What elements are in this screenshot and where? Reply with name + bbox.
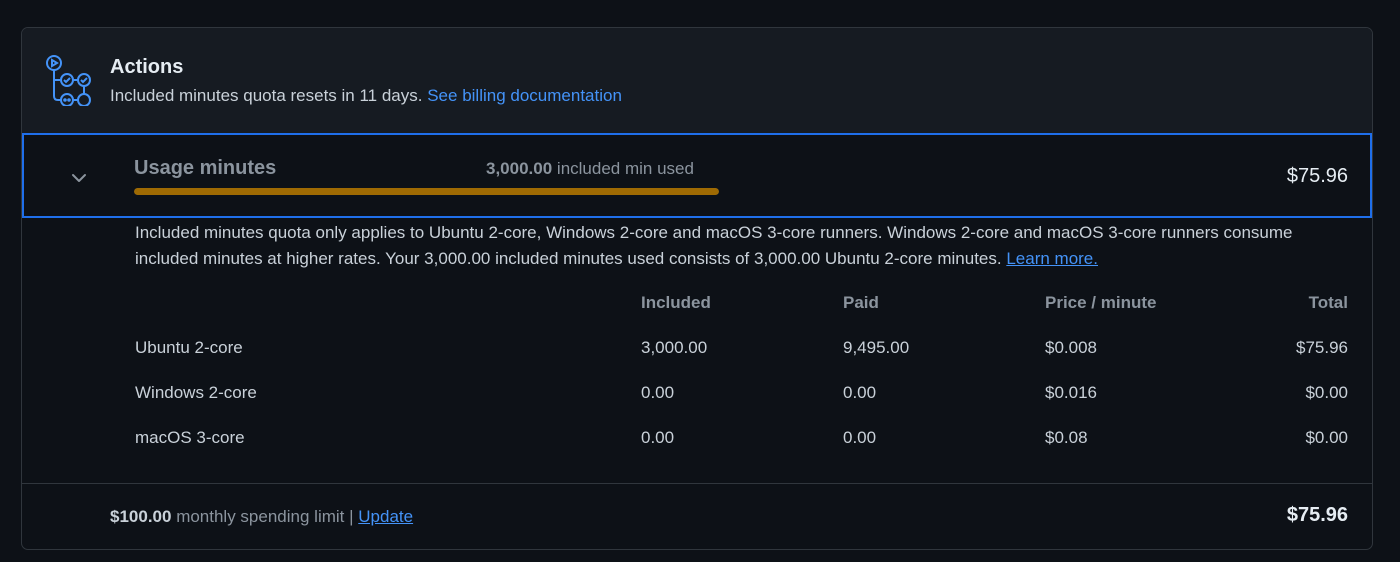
row-included: 3,000.00 <box>641 338 708 357</box>
row-price: $0.08 <box>1045 428 1088 447</box>
row-name: Ubuntu 2-core <box>135 338 243 357</box>
row-paid: 9,495.00 <box>843 338 910 357</box>
usage-progress-fill <box>134 188 719 195</box>
update-limit-link[interactable]: Update <box>358 507 413 526</box>
usage-minutes-row[interactable]: Usage minutes 3,000.00 included min used… <box>22 133 1372 218</box>
column-header-total: Total <box>1308 293 1348 312</box>
spending-limit: $100.00 monthly spending limit | Update <box>110 507 413 527</box>
row-included: 0.00 <box>641 428 675 447</box>
footer-divider <box>22 483 1372 484</box>
column-header-paid: Paid <box>843 293 879 312</box>
row-price: $0.008 <box>1045 338 1097 357</box>
row-total: $0.00 <box>1305 383 1348 402</box>
spending-limit-amount: $100.00 <box>110 507 172 526</box>
card-header: Actions Included minutes quota resets in… <box>22 28 1372 133</box>
quota-reset-label: Included minutes quota resets in 11 days… <box>110 86 423 105</box>
section-title: Actions <box>110 56 184 78</box>
row-included: 0.00 <box>641 383 675 402</box>
row-total: $75.96 <box>1296 338 1348 357</box>
row-name: macOS 3-core <box>135 428 245 447</box>
column-header-included: Included <box>641 293 711 312</box>
spending-limit-label: monthly spending limit | <box>176 507 354 526</box>
used-amount: 3,000.00 <box>486 159 553 178</box>
included-minutes-used: 3,000.00 included min used <box>486 159 694 179</box>
footer-total: $75.96 <box>1286 504 1348 526</box>
row-name: Windows 2-core <box>135 383 257 402</box>
used-suffix: included min used <box>556 159 694 178</box>
column-header-price: Price / minute <box>1045 293 1157 312</box>
chevron-down-icon[interactable] <box>69 168 89 188</box>
row-paid: 0.00 <box>843 383 877 402</box>
usage-minutes-label: Usage minutes <box>134 157 277 179</box>
row-total: $0.00 <box>1305 428 1348 447</box>
usage-cost: $75.96 <box>1286 165 1348 187</box>
quota-description-text: Included minutes quota only applies to U… <box>135 223 1293 268</box>
billing-docs-link[interactable]: See billing documentation <box>427 86 622 105</box>
learn-more-link[interactable]: Learn more. <box>1006 249 1098 268</box>
quota-description: Included minutes quota only applies to U… <box>135 220 1355 272</box>
row-paid: 0.00 <box>843 428 877 447</box>
actions-usage-card: Actions Included minutes quota resets in… <box>21 27 1373 550</box>
row-price: $0.016 <box>1045 383 1097 402</box>
actions-workflow-icon <box>46 55 91 106</box>
usage-progress-bar <box>134 188 719 195</box>
quota-reset-text: Included minutes quota resets in 11 days… <box>110 86 622 106</box>
